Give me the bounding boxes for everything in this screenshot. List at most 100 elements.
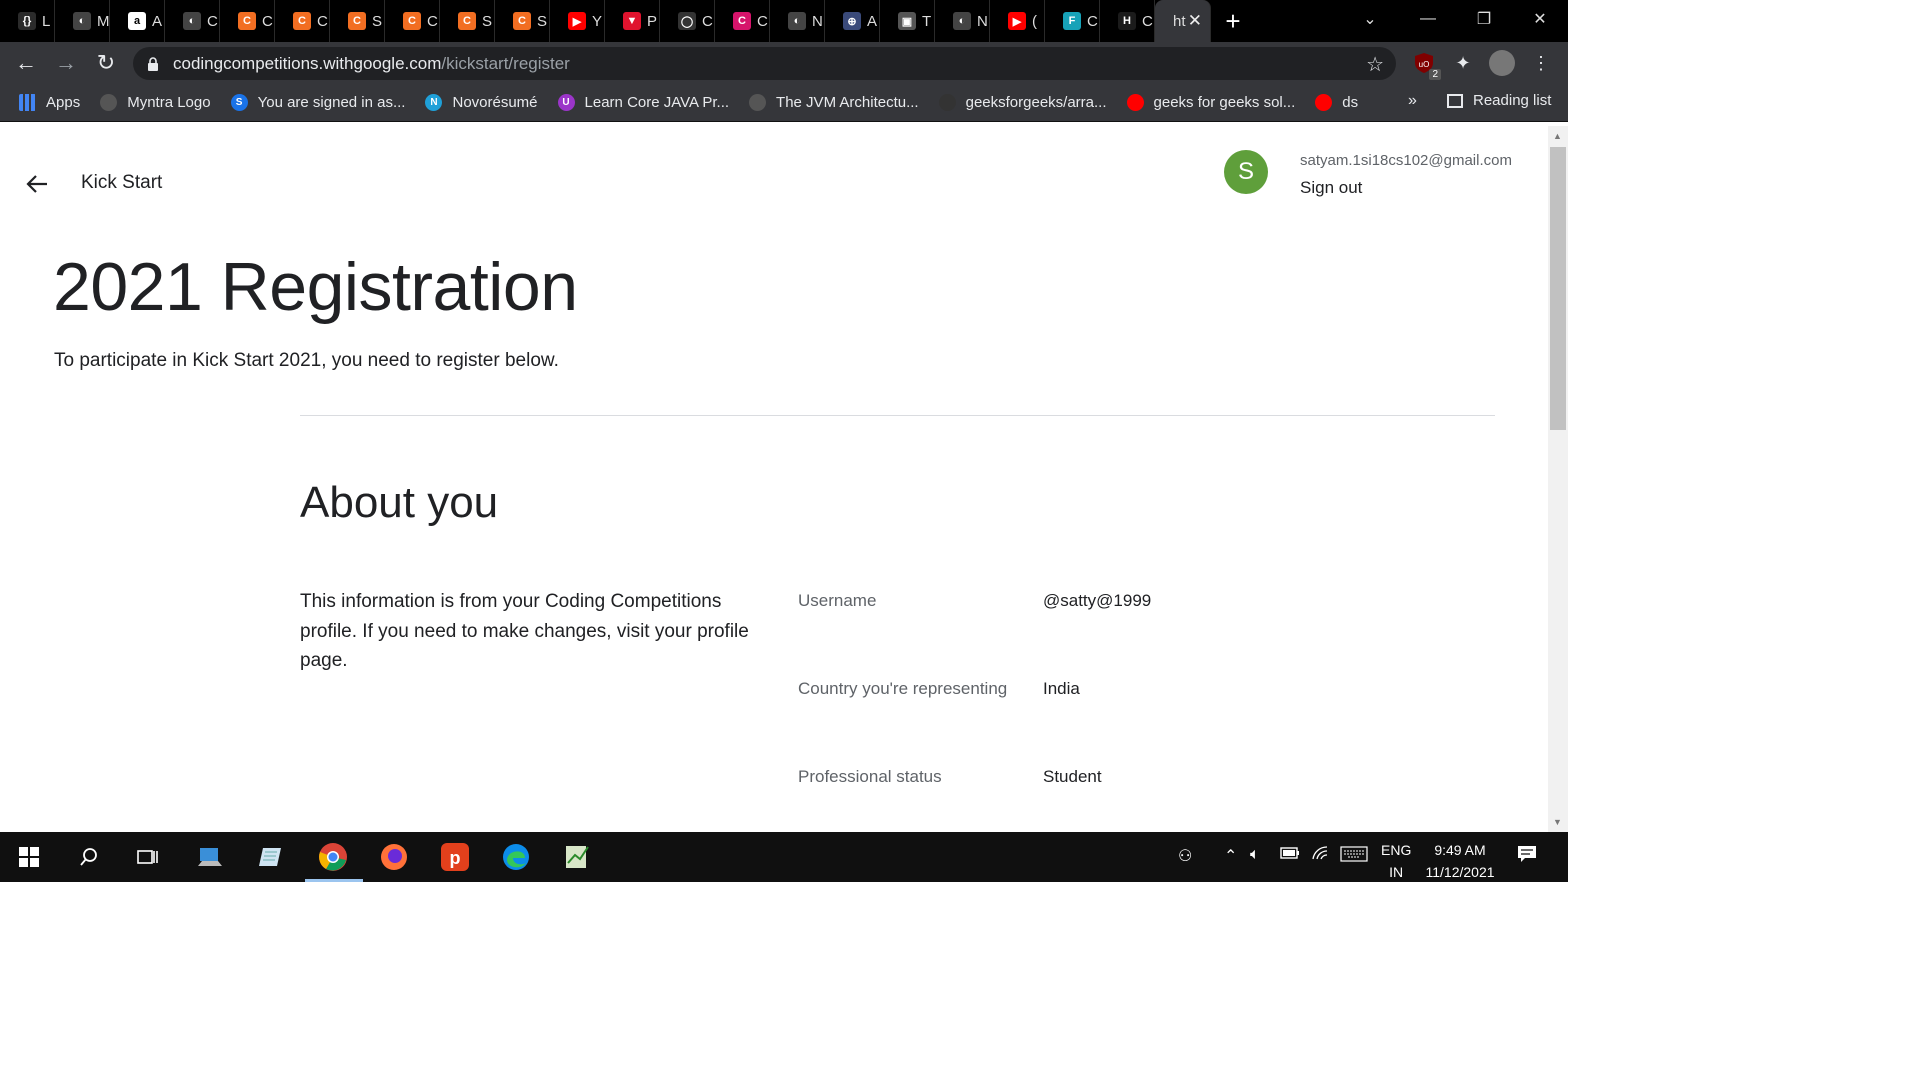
keyboard-icon[interactable] [1340, 846, 1368, 867]
restore-button[interactable]: ❐ [1456, 0, 1512, 38]
svg-text:p: p [450, 848, 461, 868]
chrome-taskbar-icon[interactable] [316, 840, 350, 874]
svg-text:uO: uO [1419, 60, 1430, 69]
browser-tab[interactable]: aA [110, 0, 165, 42]
tab-favicon-icon: ◐ [73, 12, 91, 30]
user-avatar[interactable]: S [1224, 150, 1268, 194]
country-label: Country you're representing [798, 679, 1008, 698]
windows-start-icon[interactable] [12, 840, 46, 874]
tab-favicon-icon: ▶ [568, 12, 586, 30]
bookmark-label: Myntra Logo [127, 94, 211, 111]
tab-title: C [207, 12, 218, 30]
bookmark-item[interactable]: ds [1315, 94, 1358, 111]
show-hidden-icons-icon[interactable]: ⌃ [1224, 846, 1237, 866]
bookmark-item[interactable]: Myntra Logo [100, 94, 211, 111]
youtube-icon [1315, 94, 1333, 111]
tab-title: Y [592, 12, 603, 30]
people-icon[interactable]: ⚇ [1178, 846, 1192, 866]
firefox-taskbar-icon[interactable] [377, 840, 411, 874]
bookmark-star-icon[interactable]: ☆ [1366, 52, 1384, 77]
notifications-icon[interactable] [1517, 845, 1537, 868]
browser-tab[interactable]: {} L [0, 0, 55, 42]
browser-tab[interactable]: CS [440, 0, 495, 42]
menu-dots-icon[interactable]: ⋮ [1528, 50, 1554, 76]
browser-tab[interactable]: CC [715, 0, 770, 42]
browser-tab[interactable]: CS [495, 0, 550, 42]
system-clock[interactable]: 9:49 AM 11/12/2021 [1420, 839, 1500, 883]
profile-avatar-icon[interactable] [1489, 50, 1515, 76]
task-view-icon[interactable] [130, 840, 164, 874]
browser-tab[interactable]: ▼ P [605, 0, 660, 42]
battery-icon[interactable] [1280, 846, 1300, 864]
edge-taskbar-icon[interactable] [499, 840, 533, 874]
minimize-button[interactable]: — [1400, 0, 1456, 38]
browser-tab[interactable]: CC [220, 0, 275, 42]
tab-favicon-icon: ▶ [1008, 12, 1026, 30]
sign-out-link[interactable]: Sign out [1300, 178, 1362, 198]
spreadsheet-app-icon[interactable] [560, 840, 594, 874]
bookmark-item[interactable]: The JVM Architectu... [749, 94, 919, 111]
volume-icon[interactable]: 🔈︎ [1250, 846, 1260, 864]
bookmark-item[interactable]: U Learn Core JAVA Pr... [557, 94, 729, 111]
tab-title: C [262, 12, 273, 30]
language-indicator[interactable]: ENG IN [1381, 839, 1411, 883]
back-button[interactable]: ← [6, 43, 46, 83]
browser-tab[interactable]: CC [385, 0, 440, 42]
tab-title: C [757, 12, 768, 30]
scrollbar-thumb[interactable] [1550, 147, 1566, 430]
close-window-button[interactable]: ✕ [1512, 0, 1568, 38]
bookmark-item[interactable]: N Novorésumé [425, 94, 538, 111]
search-icon[interactable] [72, 840, 106, 874]
profile-info-text: This information is from your Coding Com… [300, 591, 749, 671]
bookmark-item[interactable]: Apps [19, 94, 80, 111]
bookmark-item[interactable]: geeks for geeks sol... [1126, 94, 1295, 111]
active-app-indicator [305, 879, 363, 882]
user-email: satyam.1si18cs102@gmail.com [1300, 152, 1512, 169]
address-bar[interactable]: codingcompetitions.withgoogle.com/kickst… [133, 47, 1396, 80]
pdf-app-icon[interactable]: p [438, 840, 472, 874]
active-browser-tab[interactable]: ht ✕ [1155, 0, 1211, 42]
notes-app-icon[interactable] [253, 840, 287, 874]
reading-list-button[interactable]: Reading list [1447, 92, 1551, 109]
ublock-extension-icon[interactable]: uO 2 [1411, 50, 1441, 80]
bookmark-label: You are signed in as... [257, 94, 406, 111]
browser-tab[interactable]: HC [1100, 0, 1155, 42]
close-tab-icon[interactable]: ✕ [1188, 11, 1202, 31]
scroll-down-icon[interactable]: ▼ [1553, 817, 1562, 827]
pc-app-icon[interactable] [193, 840, 227, 874]
tab-strip: {} L ◐ Ma A ◐ C C C C C C S C C C S C S ▶ Y ▼ P ◯ C C C ◐ N ⊕ A ▣ T ◐ N ▶(F… [0, 0, 1568, 42]
browser-tab[interactable]: ▶( [990, 0, 1045, 42]
bookmark-favicon-icon: S [230, 94, 248, 111]
browser-tab[interactable]: ◐ C [165, 0, 220, 42]
reading-list-label: Reading list [1473, 92, 1552, 109]
bookmark-item[interactable]: S You are signed in as... [230, 94, 406, 111]
forward-button[interactable]: → [46, 43, 86, 83]
browser-tab[interactable]: ▶ Y [550, 0, 605, 42]
more-bookmarks-icon[interactable]: » [1408, 92, 1417, 110]
tab-search-icon[interactable]: ⌄ [1342, 0, 1398, 38]
tab-title: C [1142, 12, 1153, 30]
browser-tab[interactable]: ◐ M [55, 0, 110, 42]
brand-title[interactable]: Kick Start [81, 172, 162, 194]
tab-favicon-icon: C [403, 12, 421, 30]
browser-tab[interactable]: CC [275, 0, 330, 42]
browser-tab[interactable]: ▣ T [880, 0, 935, 42]
browser-tab[interactable]: ⊕ A [825, 0, 880, 42]
browser-tab[interactable]: CS [330, 0, 385, 42]
new-tab-button[interactable]: + [1211, 0, 1255, 42]
browser-tab[interactable]: ◐ N [935, 0, 990, 42]
browser-tab[interactable]: FC [1045, 0, 1100, 42]
scroll-up-icon[interactable]: ▲ [1553, 131, 1562, 141]
browser-tab[interactable]: ◯ C [660, 0, 715, 42]
reload-button[interactable]: ↻ [86, 43, 126, 83]
extensions-puzzle-icon[interactable]: ✦ [1450, 50, 1476, 76]
professional-status-value: Student [1043, 767, 1102, 786]
wifi-icon[interactable] [1312, 846, 1330, 865]
bookmark-favicon-icon: U [557, 94, 575, 111]
back-arrow-icon[interactable] [26, 170, 48, 201]
tab-title: C [702, 12, 713, 30]
lock-icon [147, 56, 159, 71]
tab-favicon-icon: C [733, 12, 751, 30]
bookmark-item[interactable]: geeksforgeeks/arra... [938, 94, 1107, 111]
browser-tab[interactable]: ◐ N [770, 0, 825, 42]
